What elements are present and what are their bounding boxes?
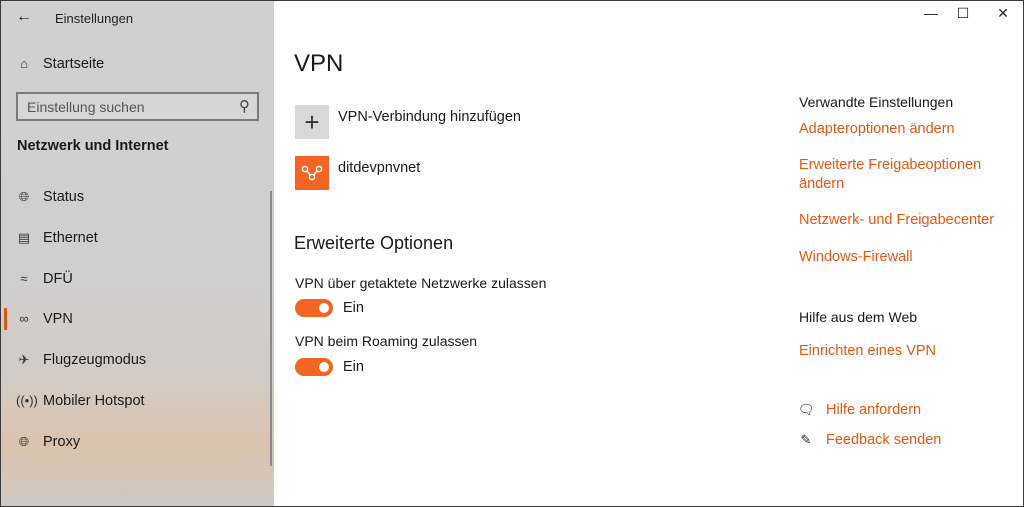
title-bar: ← Einstellungen xyxy=(1,1,274,35)
airplane-icon: ✈︎ xyxy=(18,352,30,367)
maximize-icon[interactable]: ☐ xyxy=(946,5,980,27)
page-title: VPN xyxy=(294,50,344,77)
search-icon[interactable]: ⚲ xyxy=(239,97,250,115)
link-sharing-options[interactable]: Erweiterte Freigabeoptionen ändern xyxy=(799,156,989,194)
minimize-icon[interactable]: — xyxy=(914,5,948,27)
search-box[interactable]: ⚲ xyxy=(16,92,259,121)
related-settings-heading: Verwandte Einstellungen xyxy=(799,94,954,110)
send-feedback-link[interactable]: ✎ Feedback senden xyxy=(798,432,942,448)
link-adapter-options[interactable]: Adapteroptionen ändern xyxy=(799,120,999,139)
active-indicator xyxy=(4,308,7,330)
metered-toggle-state: Ein xyxy=(343,300,364,316)
vpn-icon xyxy=(301,165,323,181)
web-help-heading: Hilfe aus dem Web xyxy=(799,309,918,325)
app-title: Einstellungen xyxy=(55,11,134,26)
vpn-connection-icon[interactable] xyxy=(295,156,329,190)
search-input[interactable] xyxy=(18,94,227,119)
ethernet-icon: ▤ xyxy=(17,230,31,245)
sidebar-item-label: Mobiler Hotspot xyxy=(43,393,145,409)
vpn-connection-name[interactable]: ditdevpnvnet xyxy=(338,160,420,176)
close-icon[interactable]: ✕ xyxy=(986,5,1020,27)
roaming-toggle-state: Ein xyxy=(343,359,364,375)
metered-toggle[interactable] xyxy=(295,299,333,317)
sidebar-item-home[interactable]: ⌂ Startseite xyxy=(1,44,267,84)
toggle-knob xyxy=(319,303,329,313)
get-help-link[interactable]: 🗨︎ Hilfe anfordern xyxy=(798,402,921,418)
plus-icon: + xyxy=(304,106,320,137)
sidebar: ← Einstellungen ⌂ Startseite ⚲ Netzwerk … xyxy=(1,1,274,506)
back-arrow-icon[interactable]: ← xyxy=(16,8,32,26)
link-network-center[interactable]: Netzwerk- und Freigabecenter xyxy=(799,211,999,230)
add-vpn-label[interactable]: VPN-Verbindung hinzufügen xyxy=(338,109,521,125)
sidebar-item-label: Startseite xyxy=(43,56,105,72)
sidebar-item-proxy[interactable]: 🌐︎ Proxy xyxy=(1,422,267,462)
sidebar-item-label: Status xyxy=(43,189,85,205)
option-roaming-label: VPN beim Roaming zulassen xyxy=(295,333,478,349)
sidebar-item-label: Flugzeugmodus xyxy=(43,352,147,368)
option-metered-label: VPN über getaktete Netzwerke zulassen xyxy=(295,275,547,291)
sidebar-item-ethernet[interactable]: ▤ Ethernet xyxy=(1,218,267,258)
send-feedback-label: Feedback senden xyxy=(826,432,942,448)
toggle-knob xyxy=(319,362,329,372)
main-content: — ☐ ✕ VPN + VPN-Verbindung hinzufügen di… xyxy=(274,1,1023,506)
settings-window: ← Einstellungen ⌂ Startseite ⚲ Netzwerk … xyxy=(0,0,1024,507)
link-setup-vpn[interactable]: Einrichten eines VPN xyxy=(799,342,999,361)
sidebar-scrollbar[interactable] xyxy=(270,191,272,466)
chat-help-icon: 🗨︎ xyxy=(798,402,815,417)
sidebar-item-label: DFÜ xyxy=(43,271,73,287)
sidebar-item-status[interactable]: 🌐︎ Status xyxy=(1,177,267,217)
home-icon: ⌂ xyxy=(20,56,28,71)
sidebar-item-vpn[interactable]: ∞ VPN xyxy=(1,299,267,339)
sidebar-item-label: Proxy xyxy=(43,434,81,450)
globe-icon: 🌐︎ xyxy=(18,189,30,204)
add-vpn-button[interactable]: + xyxy=(295,105,329,139)
feedback-icon: ✎ xyxy=(800,432,812,447)
sidebar-item-airplane[interactable]: ✈︎ Flugzeugmodus xyxy=(1,340,267,380)
globe-icon: 🌐︎ xyxy=(18,434,30,449)
sidebar-item-label: Ethernet xyxy=(43,230,98,246)
sidebar-item-label: VPN xyxy=(43,311,73,327)
link-firewall[interactable]: Windows-Firewall xyxy=(799,248,999,267)
advanced-options-heading: Erweiterte Optionen xyxy=(294,233,454,253)
section-heading: Netzwerk und Internet xyxy=(17,138,169,154)
get-help-label: Hilfe anfordern xyxy=(826,402,922,418)
vpn-icon: ∞ xyxy=(19,311,29,326)
dialup-icon: ≈ xyxy=(20,271,28,286)
sidebar-item-dialup[interactable]: ≈ DFÜ xyxy=(1,259,267,299)
sidebar-item-hotspot[interactable]: ((•)) Mobiler Hotspot xyxy=(1,381,267,421)
hotspot-icon: ((•)) xyxy=(16,393,38,408)
roaming-toggle[interactable] xyxy=(295,358,333,376)
